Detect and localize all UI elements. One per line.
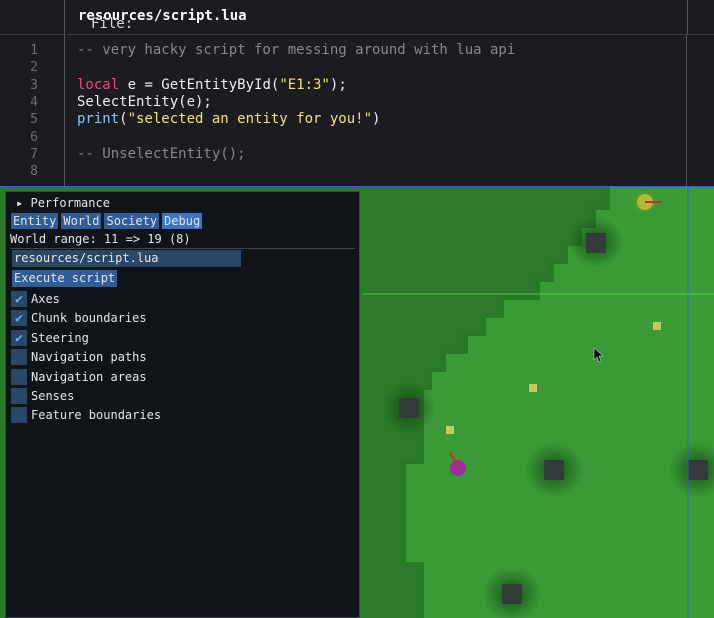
checkbox-chunk-boundaries[interactable]: ✔ Chunk boundaries <box>11 310 147 326</box>
panel-divider <box>10 248 355 249</box>
checkbox-label: Navigation paths <box>31 350 147 364</box>
code-line: local e = GetEntityById("E1:3"); <box>77 77 347 93</box>
checkbox-label: Feature boundaries <box>31 408 162 422</box>
checkmark-icon[interactable]: ✔ <box>11 310 27 326</box>
collapse-arrow-icon: ▸ <box>16 196 24 210</box>
code-comment: -- UnselectEntity(); <box>77 145 246 162</box>
resource-item <box>653 322 661 330</box>
obstacle-block <box>544 460 564 480</box>
script-path-input[interactable]: resources/script.lua <box>12 250 241 267</box>
checkbox-label: Steering <box>31 331 89 345</box>
code-text: e = GetEntityById( <box>119 76 280 93</box>
obstacle-block <box>586 233 606 253</box>
obstacle-block <box>399 398 419 418</box>
checkbox-box[interactable] <box>11 349 27 365</box>
mouse-cursor-icon <box>593 347 604 363</box>
checkbox-axes[interactable]: ✔ Axes <box>11 291 60 307</box>
header-divider <box>0 34 714 35</box>
code-text: SelectEntity(e); <box>77 93 212 110</box>
line-number: 1 <box>30 43 38 58</box>
tab-entity[interactable]: Entity <box>11 213 59 229</box>
code-comment: -- very hacky script for messing around … <box>77 42 516 58</box>
obstacle-block <box>502 584 522 604</box>
code-text: ( <box>119 111 128 128</box>
checkbox-label: Axes <box>31 292 60 306</box>
world-range-text: World range: 11 => 19 (8) <box>10 232 191 246</box>
debug-panel: ▸ Performance Entity World Society Debug Wo… <box>5 191 360 618</box>
checkmark-icon[interactable]: ✔ <box>11 330 27 346</box>
gutter-divider <box>64 35 65 186</box>
line-number: 5 <box>30 112 38 128</box>
performance-header[interactable]: ▸ Performance <box>16 196 110 210</box>
checkbox-label: Navigation areas <box>31 370 147 384</box>
checkbox-label: Chunk boundaries <box>31 311 147 325</box>
line-number: 2 <box>30 60 38 76</box>
code-string: "E1:3" <box>279 76 330 93</box>
checkbox-feature-boundaries[interactable]: Feature boundaries <box>11 407 161 423</box>
checkbox-box[interactable] <box>11 407 27 423</box>
tab-debug[interactable]: Debug <box>162 213 203 229</box>
code-text: ); <box>329 76 347 93</box>
code-line: SelectEntity(e); <box>77 94 212 110</box>
resource-item <box>529 384 537 392</box>
checkbox-navigation-paths[interactable]: Navigation paths <box>11 349 147 365</box>
code-builtin: print <box>77 111 120 128</box>
code-line: print("selected an entity for you!") <box>77 111 380 127</box>
file-label: File: <box>91 16 134 32</box>
checkbox-label: Senses <box>31 389 75 403</box>
code-right-border <box>686 35 687 186</box>
line-number: 4 <box>30 94 38 110</box>
execute-script-button[interactable]: Execute script <box>12 270 118 287</box>
code-editor: File: resources/script.lua 1 -- very hack… <box>0 0 714 186</box>
performance-label: Performance <box>30 196 110 210</box>
code-keyword: local <box>77 76 120 93</box>
code-text: ) <box>372 111 381 128</box>
tab-world[interactable]: World <box>61 213 102 229</box>
file-title: File: resources/script.lua <box>78 8 247 32</box>
checkbox-steering[interactable]: ✔ Steering <box>11 330 89 346</box>
checkbox-navigation-areas[interactable]: Navigation areas <box>11 369 147 385</box>
code-line: -- UnselectEntity(); <box>77 146 246 162</box>
checkmark-icon[interactable]: ✔ <box>11 291 27 307</box>
checkbox-box[interactable] <box>11 369 27 385</box>
checkbox-box[interactable] <box>11 388 27 404</box>
checkbox-senses[interactable]: Senses <box>11 388 74 404</box>
code-line: -- very hacky script for messing around … <box>77 42 515 58</box>
obstacle-block <box>688 460 708 480</box>
line-number: 6 <box>30 129 38 145</box>
tab-bar: Entity World Society Debug <box>11 213 203 229</box>
line-number: 3 <box>30 77 38 93</box>
code-string: "selected an entity for you!" <box>127 111 373 128</box>
tab-society[interactable]: Society <box>104 213 160 229</box>
editor-header: File: resources/script.lua <box>64 0 688 34</box>
resource-item <box>446 426 454 434</box>
line-number: 8 <box>30 164 38 180</box>
line-number: 7 <box>30 146 38 162</box>
